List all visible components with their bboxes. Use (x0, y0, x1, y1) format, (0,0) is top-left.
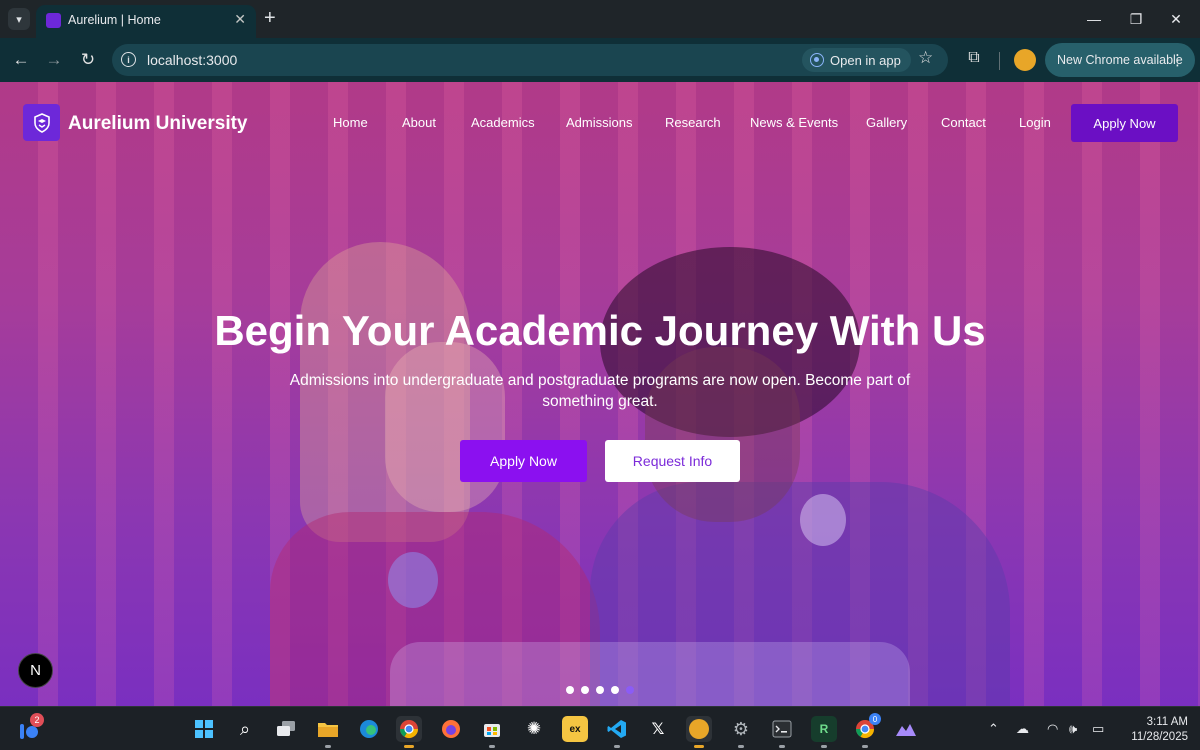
hero-photo-headphones-right (800, 494, 846, 546)
toolbar-divider (999, 52, 1000, 70)
hero-title: Begin Your Academic Journey With Us (214, 307, 986, 354)
maximize-icon[interactable]: ❐ (1124, 8, 1148, 30)
open-in-app-label: Open in app (830, 52, 901, 68)
store-running (489, 745, 495, 748)
nav-contact[interactable]: Contact (941, 115, 986, 130)
tab-search-icon[interactable]: ▾ (8, 8, 30, 30)
forward-icon[interactable]: → (42, 48, 66, 72)
minimize-icon[interactable]: — (1082, 8, 1106, 30)
chrome-icon[interactable] (396, 716, 422, 742)
nav-about[interactable]: About (402, 115, 436, 130)
back-icon[interactable]: ← (9, 48, 33, 72)
terminal-running (779, 745, 785, 748)
carousel-dot[interactable] (566, 686, 574, 694)
hero-subtitle: Admissions into undergraduate and postgr… (289, 372, 911, 410)
express-icon[interactable]: ex (562, 716, 588, 742)
open-in-app-button[interactable]: Open in app (802, 48, 911, 72)
carousel-dots (566, 686, 634, 694)
volume-icon[interactable]: 🕪 (1069, 721, 1077, 737)
start-icon[interactable] (191, 716, 217, 742)
close-icon[interactable]: ✕ (234, 11, 246, 28)
update-label: New Chrome available (1057, 53, 1183, 67)
vscode-icon[interactable] (604, 716, 630, 742)
carousel-dot[interactable] (581, 686, 589, 694)
reload-icon[interactable]: ↻ (76, 48, 100, 72)
nav-apply-button[interactable]: Apply Now (1071, 104, 1178, 142)
window-close-icon[interactable]: ✕ (1164, 8, 1188, 30)
settings-icon[interactable]: ⚙ (728, 716, 754, 742)
carousel-dot[interactable] (611, 686, 619, 694)
crest-icon (33, 112, 50, 133)
request-info-button[interactable]: Request Info (605, 440, 740, 482)
url-text[interactable]: localhost:3000 (147, 52, 237, 68)
nav-gallery[interactable]: Gallery (866, 115, 907, 130)
page-viewport: Aurelium University Home About Academics… (0, 82, 1200, 706)
file-explorer-icon[interactable] (315, 716, 341, 742)
edge-icon[interactable] (356, 716, 382, 742)
wifi-icon[interactable]: ◠ (1047, 721, 1058, 737)
chrome-secondary-badge: 0 (869, 713, 881, 725)
extensions-icon[interactable]: ⧉ (964, 48, 984, 68)
tray-chevron-icon[interactable]: ⌃ (988, 721, 999, 737)
nav-login[interactable]: Login (1019, 115, 1051, 130)
chrome-running (404, 745, 414, 748)
nav-home[interactable]: Home (333, 115, 368, 130)
new-chrome-button[interactable]: New Chrome available ⋮ (1045, 43, 1195, 77)
task-view-icon[interactable] (273, 716, 299, 742)
taskbar: 2 ⌕ ✺ ex 𝕏 ⚙ R 0 ⌃ ☁ ◠ 🕪 ▭ 3:11 AM 11/28… (0, 706, 1200, 750)
settings-running (738, 745, 744, 748)
onedrive-icon[interactable]: ☁ (1016, 721, 1029, 737)
apply-now-button[interactable]: Apply Now (460, 440, 587, 482)
browser-toolbar: ← → ↻ i localhost:3000 Open in app ☆ ⧉ N… (0, 38, 1200, 82)
clock-time: 3:11 AM (1146, 716, 1188, 728)
hero-photo-headphones-left (388, 552, 438, 608)
site-header: Aurelium University Home About Academics… (0, 82, 1200, 166)
nav-academics[interactable]: Academics (471, 115, 535, 130)
react-icon (810, 53, 824, 67)
chrome-profile-running (694, 745, 704, 748)
menu-icon[interactable]: ⋮ (1170, 51, 1185, 69)
rstudio-running (821, 745, 827, 748)
app-mountain-icon[interactable] (893, 716, 919, 742)
file-explorer-running (325, 745, 331, 748)
chrome-profile-icon[interactable] (686, 716, 712, 742)
widgets-badge: 2 (30, 713, 44, 727)
rstudio-icon[interactable]: R (811, 716, 837, 742)
carousel-dot[interactable] (626, 686, 634, 694)
brand-name[interactable]: Aurelium University (68, 113, 248, 135)
hero-photo-book (390, 642, 910, 706)
new-tab-icon[interactable]: + (264, 7, 276, 29)
info-icon[interactable]: i (121, 52, 136, 67)
clock[interactable]: 3:11 AM 11/28/2025 (1118, 715, 1188, 745)
x-icon[interactable]: 𝕏 (645, 716, 671, 742)
chatgpt-icon[interactable]: ✺ (521, 716, 547, 742)
favicon-icon (46, 13, 61, 28)
vscode-running (614, 745, 620, 748)
tab-active[interactable]: Aurelium | Home ✕ (36, 5, 256, 38)
nextjs-dev-badge[interactable]: N (18, 653, 53, 688)
logo[interactable] (23, 104, 60, 141)
nav-admissions[interactable]: Admissions (566, 115, 632, 130)
nav-research[interactable]: Research (665, 115, 721, 130)
star-icon[interactable]: ☆ (918, 48, 933, 68)
chrome-secondary-running (862, 745, 868, 748)
address-bar[interactable]: i localhost:3000 Open in app ☆ (112, 44, 948, 76)
battery-icon[interactable]: ▭ (1092, 721, 1104, 737)
search-icon[interactable]: ⌕ (232, 716, 258, 742)
tab-title: Aurelium | Home (68, 13, 161, 27)
profile-avatar[interactable] (1014, 49, 1036, 71)
firefox-icon[interactable] (438, 716, 464, 742)
hero-photo-student-left-face (385, 342, 505, 512)
terminal-icon[interactable] (769, 716, 795, 742)
store-icon[interactable] (479, 716, 505, 742)
tab-strip: ▾ Aurelium | Home ✕ + — ❐ ✕ (0, 0, 1200, 38)
clock-date: 11/28/2025 (1131, 731, 1188, 743)
carousel-dot[interactable] (596, 686, 604, 694)
nav-news-events[interactable]: News & Events (750, 115, 838, 130)
